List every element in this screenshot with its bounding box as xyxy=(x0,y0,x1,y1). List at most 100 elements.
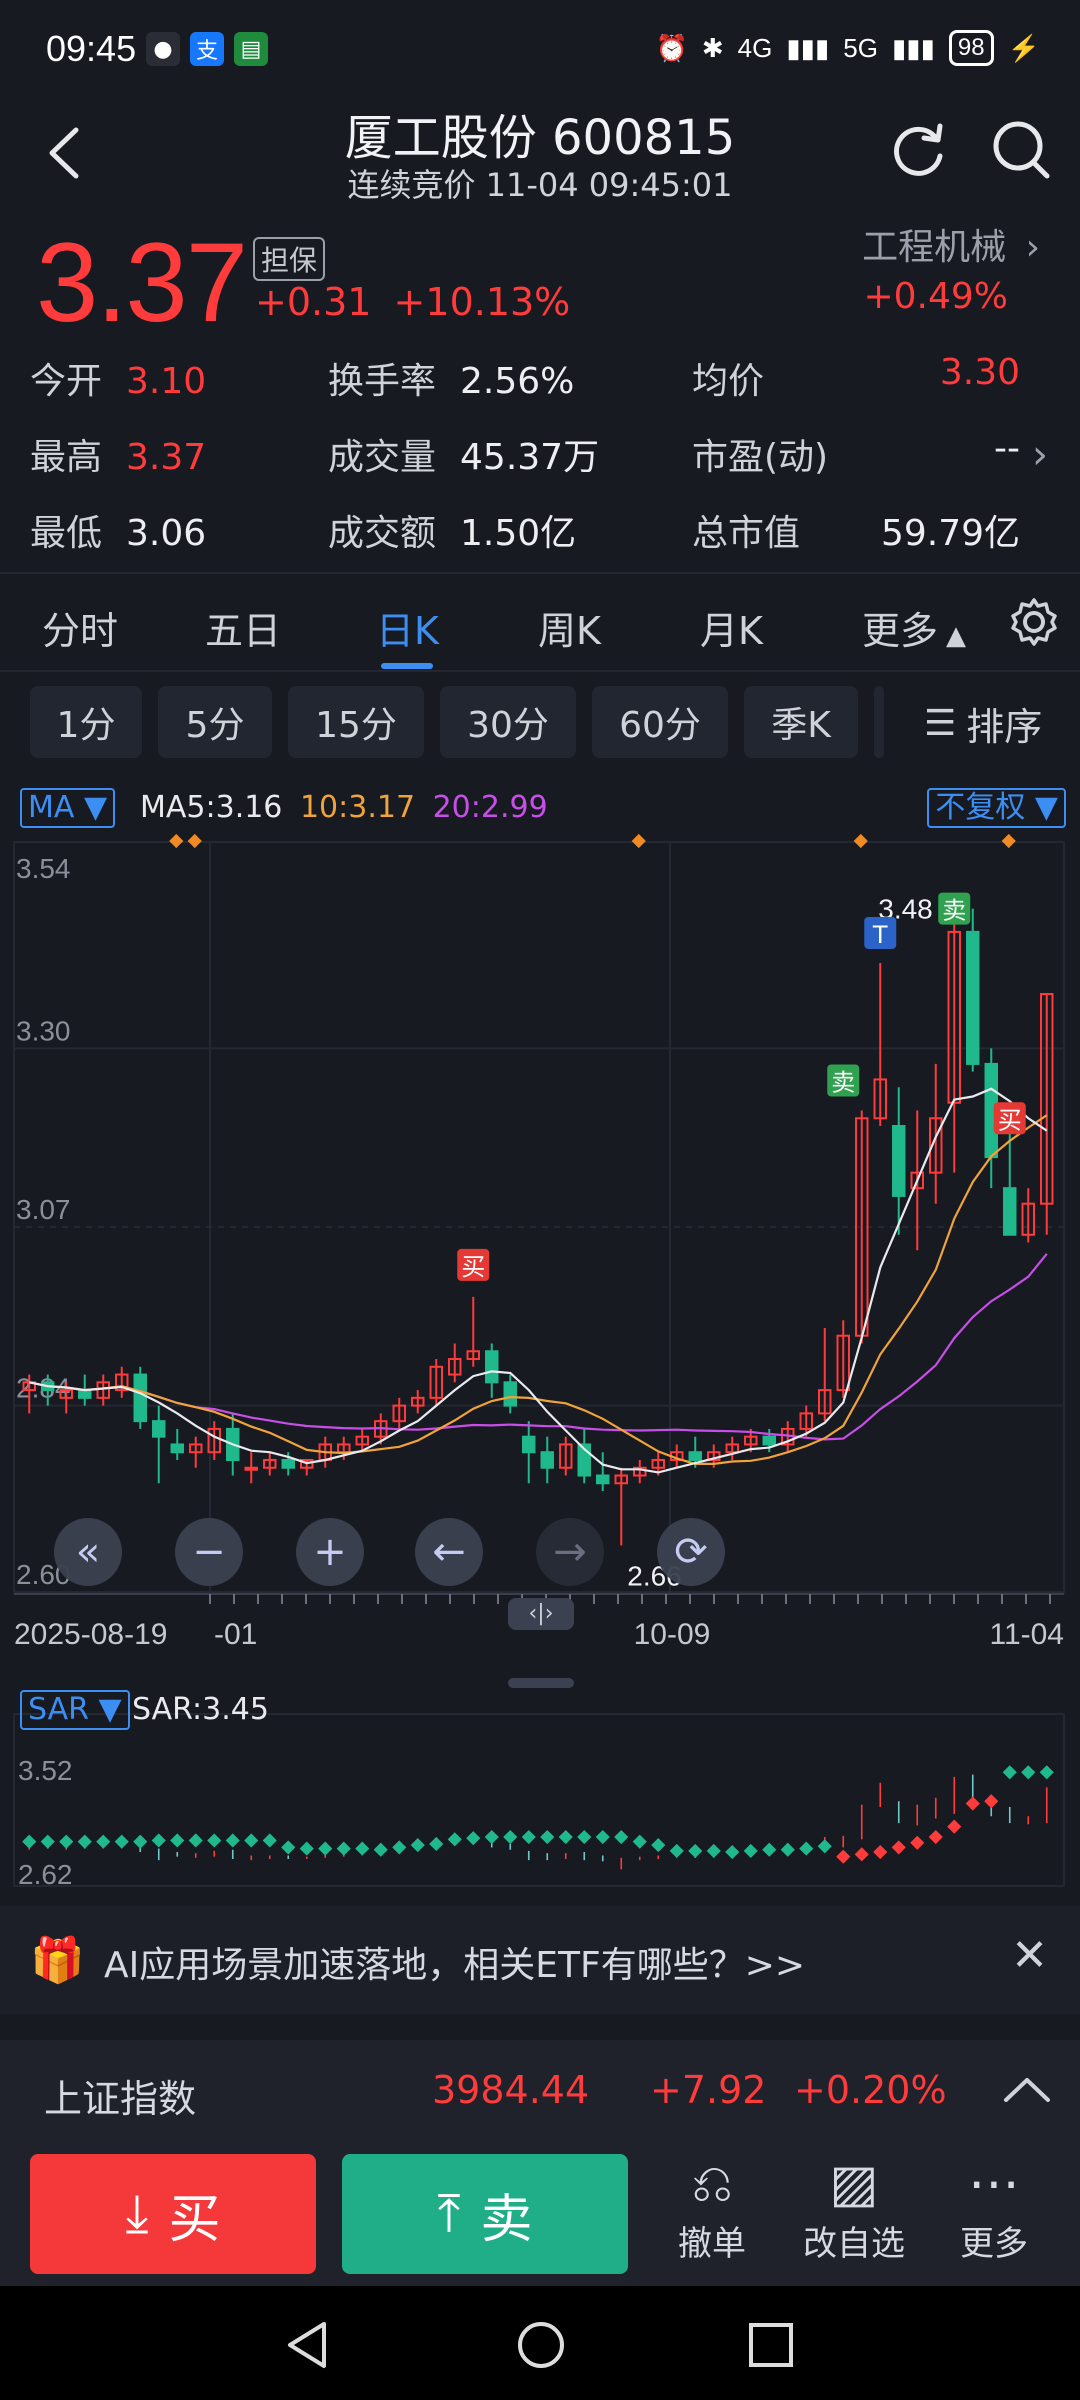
index-value: 3984.44 xyxy=(432,2068,590,2112)
alarm-icon: ⏰ xyxy=(655,32,688,63)
period-more-partial[interactable] xyxy=(874,686,884,758)
event-diamond xyxy=(631,833,646,849)
sar-dot xyxy=(688,1843,703,1858)
period-60min[interactable]: 60分 xyxy=(592,686,728,758)
sar-dot xyxy=(466,1831,481,1846)
candle-body xyxy=(281,1458,295,1469)
sar-y-tick: 3.52 xyxy=(18,1755,73,1786)
sar-dot xyxy=(151,1833,166,1848)
news-banner[interactable]: 🎁 AI应用场景加速落地，相关ETF有哪些？>> ✕ xyxy=(0,1906,1080,2014)
x-tick-label: 2025-08-19 xyxy=(14,1618,167,1651)
chart-handle-icon[interactable]: ‹|› xyxy=(508,1598,574,1630)
sar-label: SAR xyxy=(28,1692,89,1727)
price-change: +0.31 +10.13% xyxy=(255,280,570,324)
candle-body xyxy=(522,1435,536,1454)
sar-dot xyxy=(281,1840,296,1855)
stat-label: 今开 xyxy=(30,361,103,402)
stat-avg: 均价 xyxy=(692,352,764,404)
tab-daily-k[interactable]: 日K xyxy=(376,600,439,655)
chevron-up-icon[interactable] xyxy=(1002,2074,1052,2104)
sar-selector[interactable]: SAR ▼ xyxy=(20,1690,130,1730)
margin-tag: 担保 xyxy=(253,237,326,281)
arrow-left-icon[interactable]: ← xyxy=(415,1518,483,1586)
stat-pe: 市盈(动) xyxy=(692,428,828,480)
period-5min[interactable]: 5分 xyxy=(158,686,272,758)
nav-back-icon[interactable] xyxy=(284,2320,332,2370)
sar-dot xyxy=(762,1842,777,1857)
sar-dot xyxy=(614,1829,629,1845)
tab-monthly-k[interactable]: 月K xyxy=(700,600,763,655)
kline-chart[interactable]: MA ▼ MA5:3.16 10:3.17 20:2.99 不复权 ▼ 3.54… xyxy=(0,778,1080,1908)
edit-watchlist-button[interactable]: ▨ 改自选 xyxy=(794,2152,914,2265)
sar-dot xyxy=(59,1834,74,1849)
period-selector: 1分 5分 15分 30分 60分 季K ☰ 排序 xyxy=(0,686,1080,762)
sar-dot xyxy=(188,1833,203,1848)
chart-tabs: 分时 五日 日K 周K 月K 更多 ▲ xyxy=(0,574,1080,670)
sar-dot xyxy=(891,1840,906,1855)
period-quarter-k[interactable]: 季K xyxy=(744,686,858,758)
stat-value: 1.50亿 xyxy=(460,513,577,554)
more-dots-icon: ⋯ xyxy=(968,2154,1020,2214)
sar-dot xyxy=(1039,1765,1054,1780)
period-1min[interactable]: 1分 xyxy=(30,686,142,758)
charging-icon: ⚡ xyxy=(1007,32,1040,63)
index-ticker[interactable]: 上证指数 3984.44 +7.92 +0.20% xyxy=(0,2040,1080,2140)
candle-body xyxy=(596,1474,610,1485)
search-icon[interactable] xyxy=(990,118,1052,182)
rewind-icon[interactable]: « xyxy=(54,1518,122,1586)
sar-dot xyxy=(651,1838,666,1853)
tab-intraday[interactable]: 分时 xyxy=(42,600,118,655)
sar-dot xyxy=(299,1841,314,1856)
menu-lines-icon: ☰ xyxy=(924,703,957,744)
system-icons: ⏰ ✱ 4G ▮▮▮ 5G ▮▮▮ 98 ⚡ xyxy=(655,30,1040,66)
cancel-order-button[interactable]: ⎌ 撤单 xyxy=(652,2152,772,2265)
pane-divider-handle[interactable] xyxy=(508,1678,574,1688)
sar-dot xyxy=(836,1849,851,1864)
index-change: +7.92 xyxy=(650,2068,767,2112)
arrow-right-icon[interactable]: → xyxy=(536,1518,604,1586)
candle-body xyxy=(485,1350,499,1384)
industry-link[interactable]: 工程机械 › xyxy=(862,218,1040,270)
tab-five-day[interactable]: 五日 xyxy=(205,600,281,655)
sar-dot xyxy=(780,1842,795,1857)
candle-body xyxy=(503,1381,517,1407)
zoom-in-icon[interactable]: + xyxy=(296,1518,364,1586)
tab-more[interactable]: 更多 ▲ xyxy=(862,600,966,655)
settings-gear-icon[interactable] xyxy=(1008,596,1060,648)
sell-button[interactable]: ⤒ 卖 xyxy=(342,2154,628,2274)
stat-pe-value[interactable]: -- xyxy=(994,428,1020,469)
stat-label: 市盈(动) xyxy=(692,437,829,478)
sort-button[interactable]: ☰ 排序 xyxy=(924,696,1042,751)
divider xyxy=(0,670,1080,672)
sar-dot xyxy=(133,1834,148,1849)
more-button[interactable]: ⋯ 更多 xyxy=(934,2152,1054,2265)
nav-home-icon[interactable] xyxy=(516,2320,566,2370)
sar-dot xyxy=(170,1833,185,1848)
industry-name: 工程机械 xyxy=(862,227,1007,268)
event-diamond xyxy=(187,833,202,849)
chevron-right-icon[interactable]: › xyxy=(1032,432,1048,478)
caret-down-icon: ▼ xyxy=(98,1692,122,1727)
y-tick-label: 3.30 xyxy=(16,1015,71,1046)
sar-dot xyxy=(355,1841,370,1856)
chevron-right-icon: › xyxy=(1025,227,1040,268)
sar-dot xyxy=(595,1829,610,1845)
buy-button[interactable]: ⤓ 买 xyxy=(30,2154,316,2274)
refresh-icon[interactable] xyxy=(888,118,948,182)
nav-recents-icon[interactable] xyxy=(748,2322,794,2368)
tab-weekly-k[interactable]: 周K xyxy=(538,600,601,655)
candle-body xyxy=(892,1125,906,1197)
stat-value: 3.37 xyxy=(126,437,207,478)
period-15min[interactable]: 15分 xyxy=(288,686,424,758)
close-icon[interactable]: ✕ xyxy=(1011,1930,1048,1981)
rotate-icon[interactable]: ⟳ xyxy=(657,1518,725,1586)
sar-dot xyxy=(1021,1765,1036,1780)
stat-label: 成交额 xyxy=(328,513,437,554)
sar-dot xyxy=(984,1794,999,1809)
sar-dot xyxy=(706,1843,721,1858)
period-30min[interactable]: 30分 xyxy=(440,686,576,758)
active-tab-indicator xyxy=(381,663,433,669)
zoom-out-icon[interactable]: − xyxy=(175,1518,243,1586)
sar-dot xyxy=(336,1841,351,1856)
sar-dot xyxy=(503,1829,518,1845)
